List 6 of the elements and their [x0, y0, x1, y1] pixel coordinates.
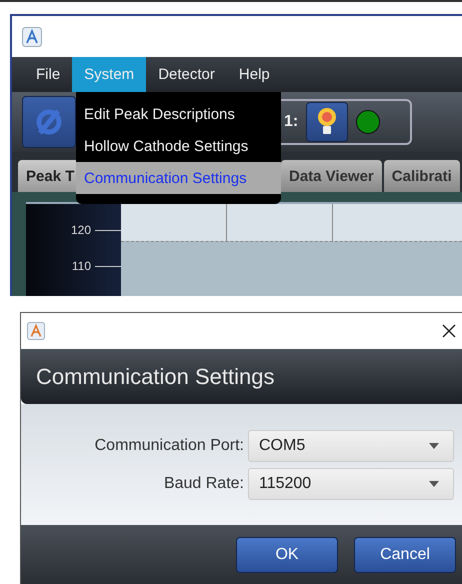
axis-tick-label: 120 [70, 223, 91, 237]
channel-label: 1: [284, 113, 298, 131]
field-label: Communication Port: [94, 436, 244, 454]
field-label: Baud Rate: [164, 474, 244, 492]
dialog-title: Communication Settings [36, 364, 274, 390]
axis-tick-label: 110 [72, 259, 91, 273]
